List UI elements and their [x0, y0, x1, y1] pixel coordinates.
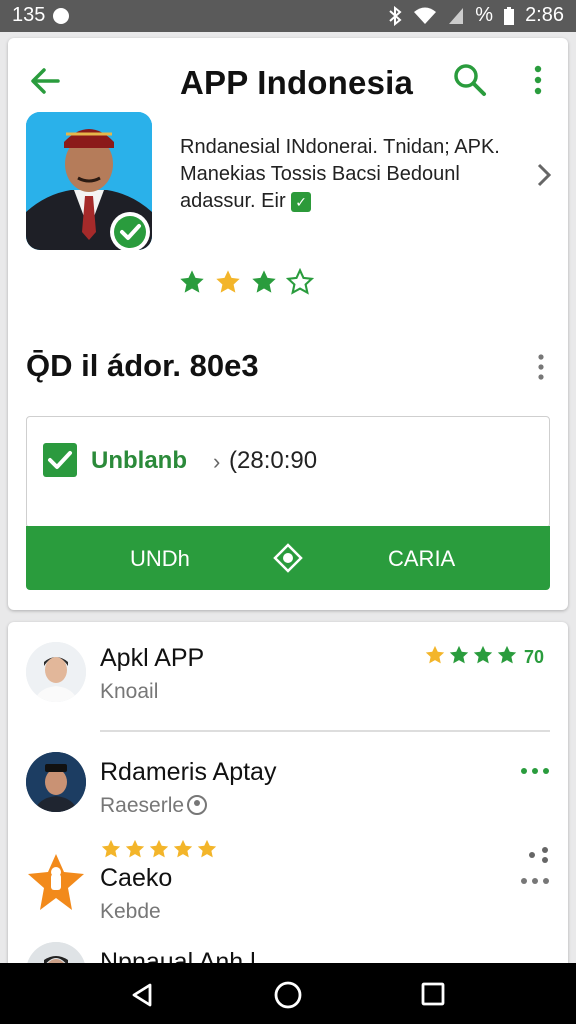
- chevron-right-icon[interactable]: [534, 162, 554, 188]
- star-filled-icon: [214, 268, 242, 296]
- star-filled-icon: [472, 644, 494, 671]
- nav-home-icon[interactable]: [272, 979, 304, 1011]
- back-arrow-icon[interactable]: [28, 64, 62, 98]
- overflow-menu-icon[interactable]: [528, 64, 548, 98]
- list-item-rating: [100, 838, 218, 865]
- list-item-title: Caeko: [100, 864, 173, 892]
- navigation-bar: [0, 963, 576, 1024]
- list-item-subtitle: Knoail: [100, 680, 159, 703]
- status-bar: 135 % 2:86: [0, 0, 576, 32]
- nav-back-icon[interactable]: [128, 981, 156, 1009]
- bluetooth-icon: [387, 5, 403, 26]
- list-item[interactable]: Caeko Kebde: [8, 838, 568, 942]
- info-icon: [186, 794, 208, 821]
- info-badge-icon: ✓: [291, 191, 312, 212]
- list-item-rating-value: 70: [524, 647, 545, 667]
- option-label: Unblanb: [91, 447, 187, 474]
- divider: [100, 730, 550, 732]
- action-swap-icon[interactable]: [272, 542, 304, 574]
- undo-button-label: UNDh: [130, 546, 190, 571]
- app-description: Rndanesial INdonerai. Tnidan; APK. Manek…: [180, 134, 520, 215]
- description-line-1: Rndanesial INdonerai. Tnidan; APK.: [180, 136, 500, 158]
- app-rating: [178, 268, 314, 296]
- undo-button[interactable]: UNDh: [26, 526, 266, 590]
- status-time-right: 2:86: [525, 4, 564, 26]
- avatar: [26, 752, 86, 812]
- app-detail-card: APP Indonesia Rndanesial INdonerai. Tnid…: [8, 38, 568, 610]
- more-dots-icon[interactable]: [520, 764, 550, 776]
- action-bar: UNDh CARIA: [26, 526, 550, 590]
- battery-icon: [503, 6, 515, 26]
- star-filled-icon: [172, 838, 194, 865]
- description-line-3-text: adassur. Eir: [180, 190, 286, 212]
- list-item[interactable]: Apkl APP Knoail 70: [8, 622, 568, 732]
- option-separator: ›: [213, 449, 221, 474]
- star-filled-icon: [250, 268, 278, 296]
- search-icon[interactable]: [452, 62, 488, 98]
- award-icon: [24, 850, 88, 919]
- star-filled-icon: [100, 838, 122, 865]
- verified-check-icon: [108, 210, 152, 254]
- more-dots-icon[interactable]: [520, 874, 550, 886]
- option-box: Unblanb › (28:0:90: [26, 416, 550, 528]
- section-overflow-icon[interactable]: [534, 352, 548, 382]
- list-item-title: Rdameris Aptay: [100, 758, 277, 786]
- description-line-2: Manekias Tossis Bacsi Bedounl: [180, 163, 460, 185]
- star-outline-icon: [286, 268, 314, 296]
- page-title: APP Indonesia: [180, 64, 414, 101]
- list-item-subtitle: Raeserle: [100, 794, 185, 817]
- wifi-icon: [413, 6, 437, 26]
- avatar: [26, 642, 86, 702]
- star-filled-icon: [196, 838, 218, 865]
- share-icon[interactable]: [528, 846, 550, 869]
- star-filled-icon: [148, 838, 170, 865]
- search-action-label: CARIA: [388, 546, 456, 571]
- battery-percent: %: [475, 4, 494, 26]
- star-filled-icon: [124, 838, 146, 865]
- notification-icon: [53, 7, 70, 24]
- app-list-card: Apkl APP Knoail 70 Rdameris Aptay Raeser…: [8, 622, 568, 982]
- star-filled-icon: [448, 644, 470, 671]
- status-time-left: 135: [12, 4, 46, 26]
- star-filled-icon: [178, 268, 206, 296]
- nav-recents-icon[interactable]: [420, 981, 446, 1007]
- star-filled-icon: [424, 644, 446, 671]
- description-line-3: adassur. Eir ✓: [180, 188, 520, 215]
- section-title: ǬD il ádor. 80e3: [26, 348, 259, 383]
- search-action-button[interactable]: CARIA: [326, 526, 550, 590]
- checkbox-checked-icon[interactable]: [43, 443, 77, 477]
- signal-icon: [447, 6, 465, 26]
- star-filled-icon: [496, 644, 518, 671]
- list-item-title: Apkl APP: [100, 644, 205, 672]
- list-item[interactable]: Rdameris Aptay Raeserle: [8, 734, 568, 838]
- list-item-subtitle: Kebde: [100, 900, 161, 923]
- list-item-rating: 70: [424, 644, 544, 671]
- option-value: (28:0:90: [229, 447, 318, 474]
